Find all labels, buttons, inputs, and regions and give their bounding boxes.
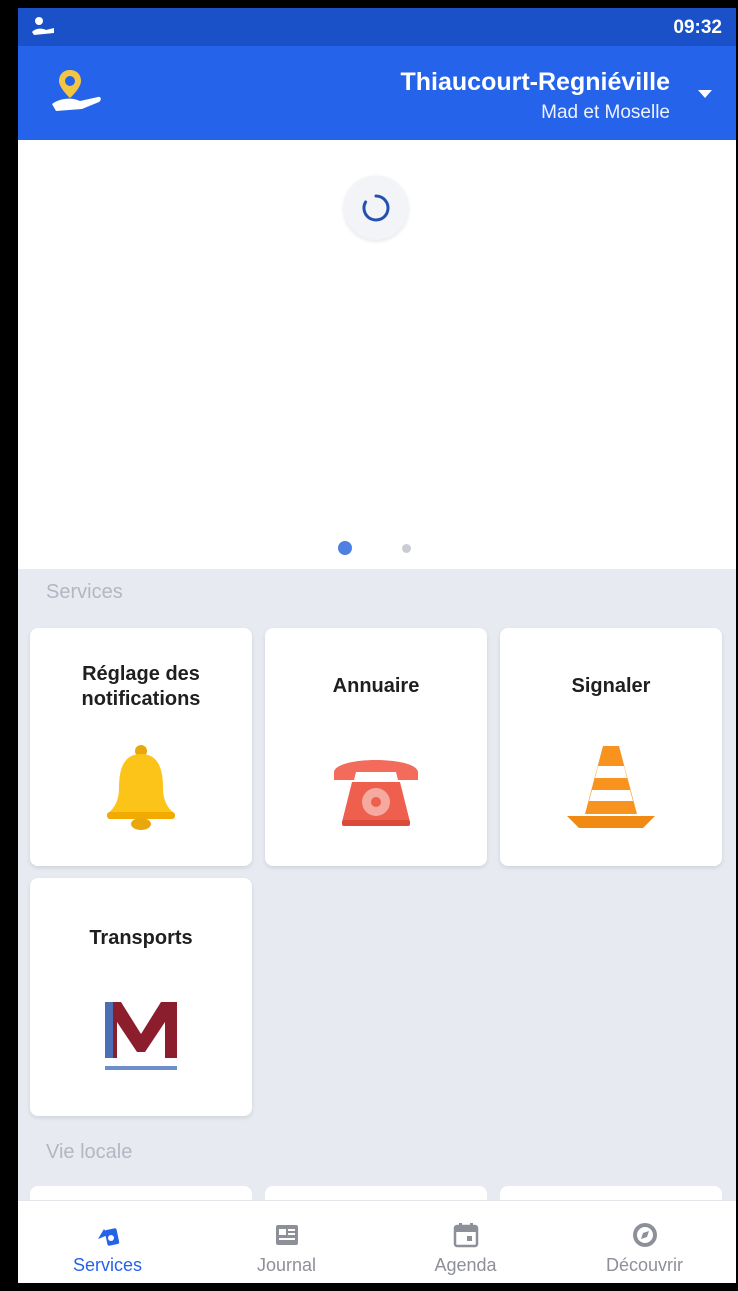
nav-agenda[interactable]: Agenda [376,1201,555,1283]
tile-transports[interactable]: Transports [30,878,252,1116]
nav-label: Découvrir [605,1255,684,1275]
nav-services[interactable]: Services [18,1201,197,1283]
services-icon [98,1228,120,1246]
bell-icon [107,745,175,830]
carousel-dot[interactable] [402,544,411,553]
nav-label: Services [72,1255,143,1275]
telephone-icon [334,760,418,826]
bottom-navigation: Services Journal Agenda Découvrir [18,1200,736,1283]
status-bar: 09:32 [18,8,736,46]
tile-label: Annuaire [332,675,420,697]
tile-label: Signaler [571,675,651,697]
map-pin-hand-icon[interactable] [46,62,106,122]
loading-spinner [344,176,408,240]
app-header: Thiaucourt-Regniéville Mad et Moselle [18,46,736,140]
calendar-icon [453,1223,479,1248]
transport-m-logo [101,994,181,1074]
city-name[interactable]: Thiaucourt-Regniéville [401,68,670,97]
vie-locale-section-title: Vie locale [46,1141,133,1163]
community-name[interactable]: Mad et Moselle [541,102,670,124]
compass-icon [633,1223,657,1247]
carousel-dot-active[interactable] [338,541,352,555]
news-carousel[interactable] [18,140,736,569]
spinner-icon [362,194,390,222]
nav-label: Agenda [434,1255,497,1275]
tile-directory[interactable]: Annuaire [265,628,487,866]
traffic-cone-icon [567,746,655,828]
tile-report[interactable]: Signaler [500,628,722,866]
tile-label: Réglage des notifications [81,663,201,710]
tile-notification-settings[interactable]: Réglage des notifications [30,628,252,866]
services-section-title: Services [46,581,123,603]
status-time: 09:32 [673,17,722,38]
nav-discover[interactable]: Découvrir [555,1201,734,1283]
app-screen: 09:32 Thiaucourt-Regniéville Mad et Mose… [18,8,736,1283]
nav-journal[interactable]: Journal [197,1201,376,1283]
nav-label: Journal [256,1255,317,1275]
caret-down-icon[interactable] [696,88,714,100]
newspaper-icon [276,1225,298,1245]
tile-label: Transports [89,927,193,949]
app-notification-icon [32,17,54,35]
